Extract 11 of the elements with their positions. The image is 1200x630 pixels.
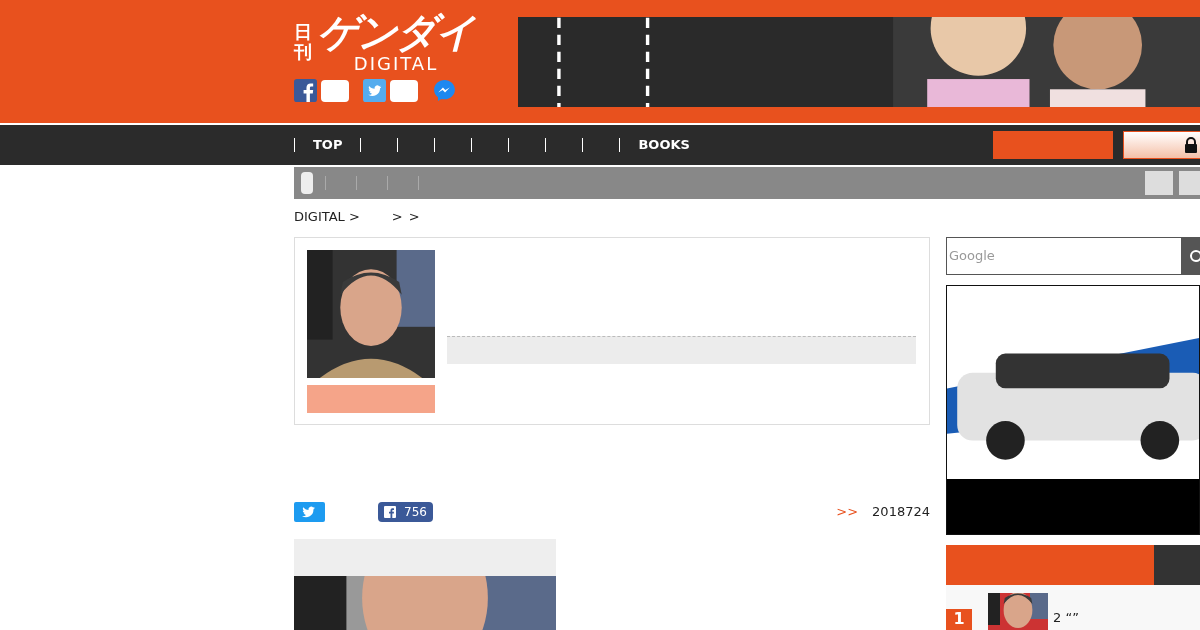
breadcrumb-link[interactable]: > bbox=[408, 207, 420, 227]
breadcrumb-link[interactable]: DIGITAL > bbox=[294, 207, 360, 227]
date-marker: >> bbox=[836, 502, 859, 521]
ranking-title[interactable]: 2 “” bbox=[1053, 608, 1079, 628]
facebook-share-button[interactable]: 756 bbox=[378, 501, 433, 522]
rank-number: 1 bbox=[946, 608, 972, 630]
nav-link[interactable]: TOP bbox=[294, 138, 361, 152]
breadcrumb-link[interactable]: > bbox=[391, 207, 403, 227]
article-date: 2018724 bbox=[872, 502, 930, 521]
nav-link[interactable]: BOOKS bbox=[638, 138, 690, 152]
search-field[interactable]: Google bbox=[946, 236, 1182, 275]
